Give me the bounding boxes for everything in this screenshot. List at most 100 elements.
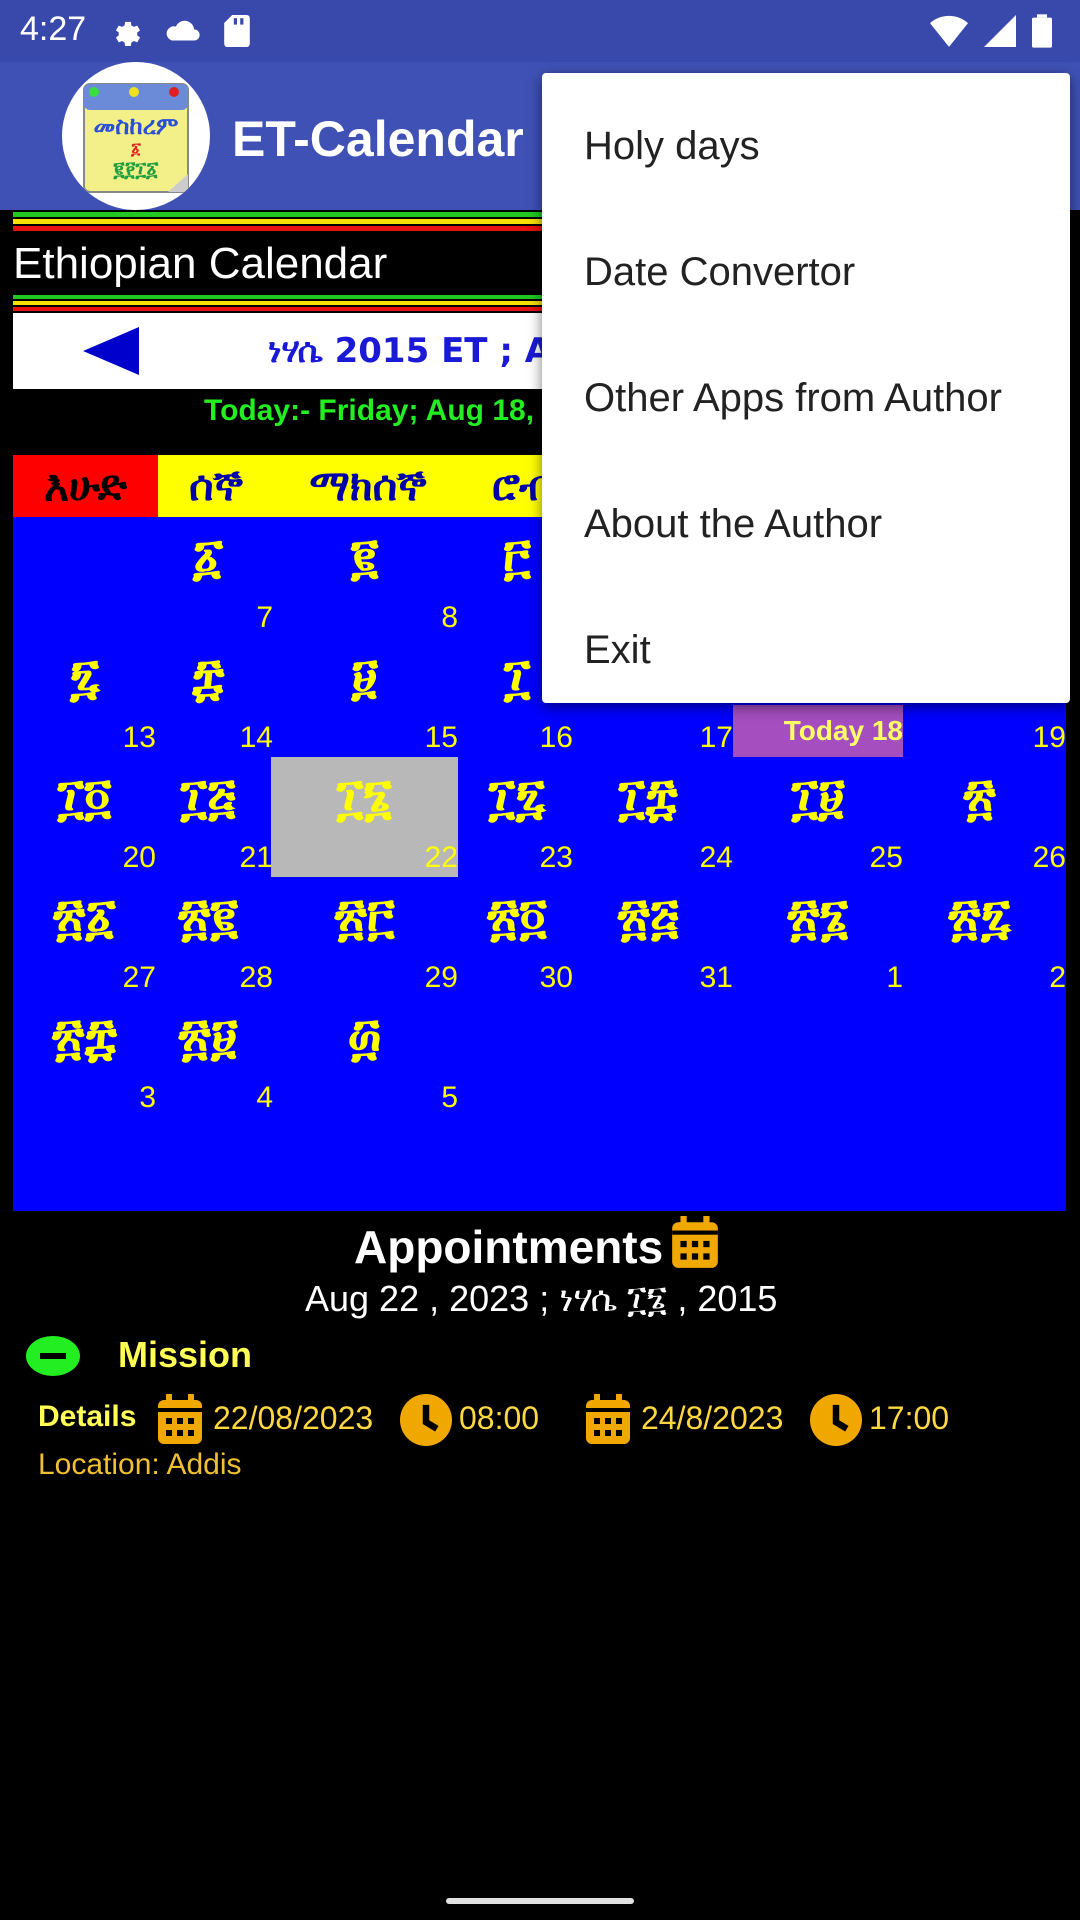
calendar-day-cell[interactable]: ፪8 bbox=[271, 517, 458, 637]
menu-item-about-author[interactable]: About the Author bbox=[542, 461, 1070, 587]
previous-month-icon[interactable] bbox=[83, 327, 139, 375]
ethiopian-day-number: ፲፮ bbox=[336, 767, 393, 826]
end-time: 17:00 bbox=[869, 1400, 950, 1436]
end-date: 24/8/2023 bbox=[641, 1400, 784, 1436]
menu-item-exit[interactable]: Exit bbox=[542, 587, 1070, 713]
gregorian-day-number: 28 bbox=[239, 961, 273, 994]
calendar-day-cell[interactable] bbox=[893, 997, 1066, 1117]
menu-item-holy-days[interactable]: Holy days bbox=[542, 83, 1070, 209]
calendar-day-cell[interactable]: ፳፫ 29 bbox=[271, 877, 458, 997]
ethiopian-day-number: ፩ bbox=[192, 527, 224, 586]
calendar-day-cell[interactable]: ፳፭ 31 bbox=[563, 877, 733, 997]
calendar-day-cell[interactable]: ፳፪ 28 bbox=[143, 877, 273, 997]
gregorian-day-number: 15 bbox=[424, 721, 458, 754]
cloud-icon bbox=[166, 20, 200, 41]
ethiopian-day-number: ፳፮ bbox=[787, 887, 849, 946]
app-title: ET-Calendar bbox=[232, 111, 524, 167]
calendar-day-cell[interactable]: ፲፮ 22 bbox=[271, 757, 458, 877]
ethiopian-day-number: ፳፱ bbox=[178, 1007, 238, 1066]
ethiopian-day-number: ፳፬ bbox=[487, 887, 547, 946]
logo-line2: ፩ bbox=[130, 139, 141, 158]
details-label: Details bbox=[38, 1400, 137, 1433]
ethiopian-day-number: ፯ bbox=[69, 647, 100, 706]
calendar-day-cell[interactable]: ፴5 bbox=[271, 997, 458, 1117]
calendar-day-cell[interactable]: ፲፯ 23 bbox=[461, 757, 573, 877]
calendar-day-cell[interactable]: ፳፰ 3 bbox=[13, 997, 156, 1117]
calendar-day-cell[interactable] bbox=[13, 517, 156, 637]
ethiopian-day-number: ፳፩ bbox=[52, 887, 117, 946]
calendar-day-cell[interactable]: ፯ 13 bbox=[13, 637, 156, 757]
today-line[interactable]: Today:- Friday; Aug 18, bbox=[204, 394, 534, 428]
appointment-details: Details 22/08/2023 08:00 24/8/2023 17:00 bbox=[38, 1390, 1078, 1450]
gregorian-day-number: 17 bbox=[699, 721, 733, 754]
calendar-day-cell[interactable]: ፰ 14 bbox=[143, 637, 273, 757]
calendar-day-cell[interactable]: ፲፭ 21 bbox=[143, 757, 273, 877]
calendar-day-cell[interactable]: ፳፩ 27 bbox=[13, 877, 156, 997]
gregorian-day-number: 29 bbox=[424, 961, 458, 994]
start-time-clock-icon bbox=[400, 1394, 452, 1446]
gregorian-day-number: 8 bbox=[441, 601, 458, 634]
gregorian-day-number: 14 bbox=[239, 721, 273, 754]
remove-appointment-icon[interactable] bbox=[26, 1336, 80, 1376]
wifi-icon bbox=[930, 15, 968, 47]
calendar-day-cell[interactable]: ፲፱ 25 bbox=[733, 757, 903, 877]
appointment-title: Mission bbox=[118, 1334, 253, 1375]
end-date-calendar-icon bbox=[586, 1394, 630, 1444]
gregorian-day-number: 2 bbox=[1049, 961, 1066, 994]
add-appointment-calendar-icon[interactable] bbox=[670, 1216, 720, 1270]
gregorian-day-number: 26 bbox=[1032, 841, 1066, 874]
battery-icon bbox=[1032, 14, 1052, 48]
calendar-day-cell[interactable]: ፳፮ 1 bbox=[733, 877, 903, 997]
calendar-title: Ethiopian Calendar bbox=[13, 239, 388, 288]
month-label: ነሃሴ 2015 ET ; Au bbox=[268, 331, 576, 371]
calendar-day-cell[interactable]: ፲፬ 20 bbox=[13, 757, 156, 877]
status-bar: 4:27 bbox=[0, 0, 1080, 62]
ethiopian-day-number: ፳፭ bbox=[617, 887, 679, 946]
ethiopian-day-number: ፳፫ bbox=[334, 887, 395, 946]
gregorian-day-number: 22 bbox=[424, 841, 458, 874]
weekday-sunday: እሁድ bbox=[13, 455, 158, 517]
weekday-monday: ሰኞ bbox=[189, 461, 243, 510]
start-date: 22/08/2023 bbox=[213, 1400, 374, 1436]
appointments-date: Aug 22 , 2023 ; ነሃሴ ፲፮ , 2015 bbox=[305, 1278, 778, 1319]
calendar-day-cell[interactable]: ፳፬ 30 bbox=[461, 877, 573, 997]
overflow-menu: Holy days Date Convertor Other Apps from… bbox=[542, 73, 1070, 703]
ethiopian-day-number: ፱ bbox=[351, 647, 378, 706]
calendar-day-cell[interactable]: ፳፯ 2 bbox=[893, 877, 1066, 997]
ethiopian-day-number: ፳፰ bbox=[51, 1007, 118, 1066]
status-time: 4:27 bbox=[20, 10, 87, 48]
calendar-day-cell[interactable]: ፱ 15 bbox=[271, 637, 458, 757]
gear-icon bbox=[115, 21, 141, 47]
calendar-day-cell[interactable]: ፲፰ 24 bbox=[563, 757, 733, 877]
calendar-day-cell[interactable]: ፩7 bbox=[143, 517, 273, 637]
calendar-day-cell[interactable]: ፳ 26 bbox=[893, 757, 1066, 877]
gregorian-day-number: 31 bbox=[699, 961, 733, 994]
end-time-clock-icon bbox=[810, 1394, 862, 1446]
menu-item-date-convertor[interactable]: Date Convertor bbox=[542, 209, 1070, 335]
calendar-day-cell[interactable] bbox=[461, 997, 573, 1117]
calendar-day-cell[interactable] bbox=[563, 997, 733, 1117]
ethiopian-day-number: ፴ bbox=[347, 1007, 382, 1066]
weekday-tuesday: ማክሰኞ bbox=[309, 461, 427, 510]
appointments-header: Appointments bbox=[354, 1221, 664, 1273]
sd-card-icon bbox=[224, 15, 250, 47]
logo-line1: መስከረም bbox=[94, 112, 179, 140]
ethiopian-day-number: ፪ bbox=[350, 527, 379, 586]
gregorian-day-number: 24 bbox=[699, 841, 733, 874]
calendar-day-cell[interactable]: ፳፱ 4 bbox=[143, 997, 273, 1117]
ethiopian-day-number: ፳ bbox=[963, 767, 996, 826]
calendar-day-cell[interactable] bbox=[733, 997, 903, 1117]
ethiopian-day-number: ፲፰ bbox=[618, 767, 678, 826]
gregorian-day-number: 19 bbox=[1032, 721, 1066, 754]
start-time: 08:00 bbox=[459, 1400, 540, 1436]
gregorian-day-number: 5 bbox=[441, 1081, 458, 1114]
app-logo[interactable]: መስከረም ፩ ፪፻፲፩ bbox=[62, 62, 210, 210]
gesture-navigation-handle[interactable] bbox=[446, 1898, 634, 1904]
appointment-location: Location: Addis bbox=[38, 1448, 242, 1481]
menu-item-other-apps[interactable]: Other Apps from Author bbox=[542, 335, 1070, 461]
logo-line3: ፪፻፲፩ bbox=[112, 157, 159, 181]
ethiopian-day-number: ፲፯ bbox=[488, 767, 546, 826]
gregorian-day-number: 21 bbox=[239, 841, 273, 874]
ethiopian-day-number: ፳፯ bbox=[948, 887, 1011, 946]
ethiopian-day-number: ፲፱ bbox=[791, 767, 845, 826]
